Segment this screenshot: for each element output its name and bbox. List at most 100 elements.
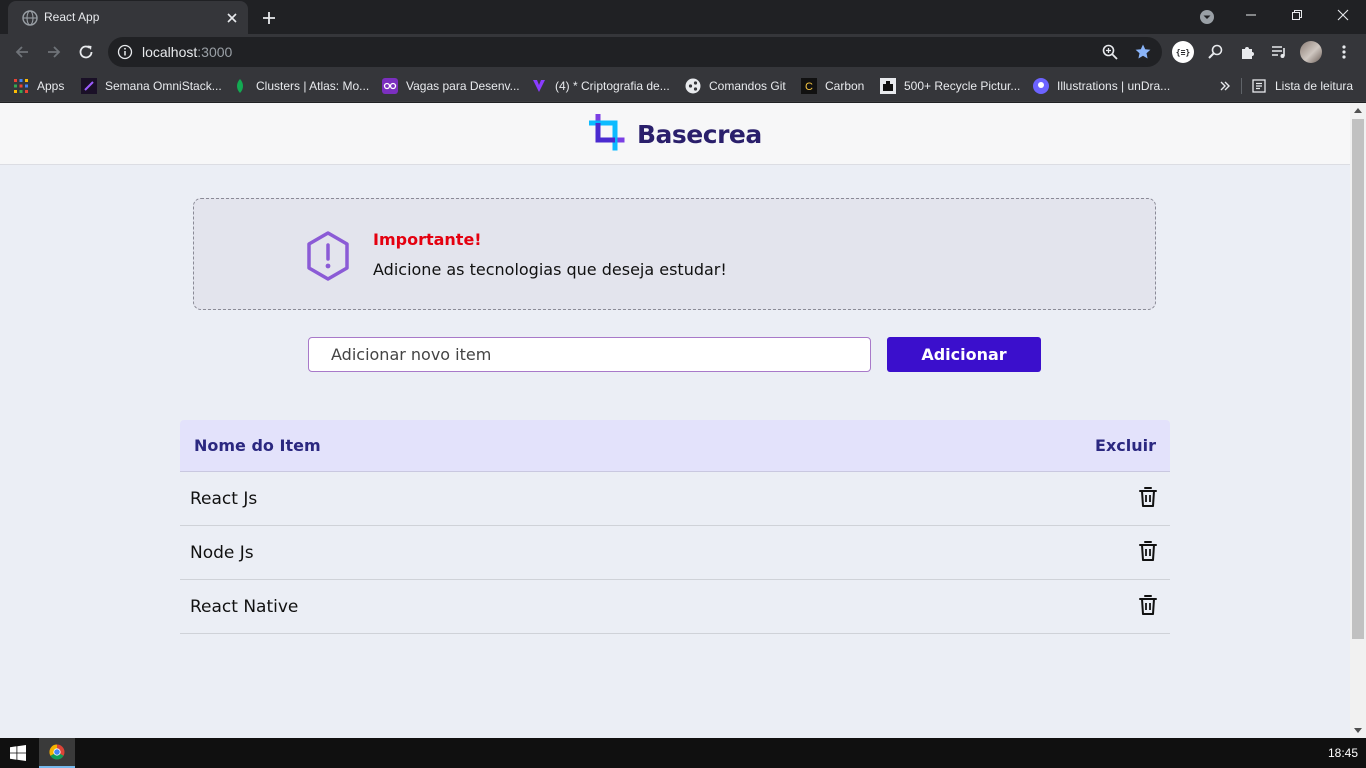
scroll-thumb[interactable]	[1352, 119, 1364, 639]
git-icon	[685, 78, 701, 94]
taskbar-chrome[interactable]	[39, 738, 75, 768]
puzzle-icon	[1242, 47, 1254, 59]
url-host: localhost	[142, 44, 198, 60]
add-button[interactable]: Adicionar	[887, 337, 1041, 372]
bookmark-vagas[interactable]: Vagas para Desenv...	[382, 76, 520, 96]
table-row: Node Js	[180, 526, 1170, 580]
bookmark-label: Comandos Git	[709, 79, 786, 93]
tab-title: React App	[44, 10, 100, 24]
column-header-name: Nome do Item	[194, 436, 321, 455]
bookmark-label: Semana OmniStack...	[105, 79, 222, 93]
info-icon[interactable]	[117, 44, 133, 60]
bookmark-apps[interactable]: Apps	[13, 76, 64, 96]
rocketseat-icon	[81, 78, 97, 94]
bookmarks-divider	[1241, 78, 1242, 94]
page-header: Basecrea	[0, 103, 1350, 165]
double-chevron-right-icon	[1220, 81, 1230, 91]
json-extension-icon: {≡}	[1172, 41, 1194, 63]
page-scrollbar[interactable]	[1350, 103, 1366, 738]
bookmark-label: Illustrations | unDra...	[1057, 79, 1171, 93]
trash-icon[interactable]	[1138, 540, 1158, 562]
reload-button[interactable]	[75, 41, 97, 63]
svg-text:C: C	[805, 81, 813, 93]
trash-icon[interactable]	[1138, 486, 1158, 508]
logo[interactable]: Basecrea	[589, 114, 762, 154]
dev-heart-icon	[533, 80, 545, 92]
minimize-button[interactable]	[1228, 0, 1274, 30]
bookmark-label: Clusters | Atlas: Mo...	[256, 79, 370, 93]
carbon-icon: C	[801, 78, 817, 94]
bookmark-undraw[interactable]: Illustrations | unDra...	[1033, 76, 1170, 96]
bookmark-star-icon[interactable]	[1134, 43, 1152, 61]
windows-start-icon[interactable]	[10, 745, 26, 761]
extension-json-button[interactable]: {≡}	[1172, 41, 1194, 63]
reading-list-icon	[1252, 79, 1266, 93]
zoom-icon[interactable]	[1101, 43, 1119, 61]
tab-search-icon[interactable]	[1196, 6, 1218, 28]
tab-react-app[interactable]: React App	[8, 1, 248, 34]
extension-label: {≡}	[1175, 47, 1191, 57]
bookmark-label: Vagas para Desenv...	[406, 79, 520, 93]
reading-list[interactable]: Lista de leitura	[1251, 76, 1353, 96]
profile-button[interactable]	[1300, 41, 1322, 63]
playlist-icon	[1272, 46, 1285, 58]
new-tab-icon[interactable]	[258, 7, 280, 29]
bookmarks-overflow[interactable]	[1219, 76, 1231, 96]
close-window-button[interactable]	[1320, 0, 1366, 30]
address-bar[interactable]: localhost:3000	[108, 37, 1162, 67]
undraw-icon	[1033, 78, 1049, 94]
bookmark-comandos-git[interactable]: Comandos Git	[685, 76, 786, 96]
alert-octagon-icon	[307, 231, 349, 281]
minimize-icon	[1246, 14, 1256, 16]
item-name: Node Js	[190, 543, 254, 563]
restore-button[interactable]	[1274, 0, 1320, 30]
table-row: React Native	[180, 580, 1170, 634]
bookmark-label: Carbon	[825, 79, 865, 93]
reading-list-label: Lista de leitura	[1275, 79, 1354, 93]
table-row: React Js	[180, 472, 1170, 526]
globe-icon	[22, 10, 38, 26]
column-header-delete: Excluir	[1095, 436, 1156, 455]
scroll-down-arrow-icon[interactable]	[1354, 728, 1362, 733]
extension-search-button[interactable]	[1205, 41, 1227, 63]
bookmark-label: Apps	[37, 79, 65, 93]
trash-icon[interactable]	[1138, 594, 1158, 616]
recycle-site-icon	[880, 78, 896, 94]
item-name: React Native	[190, 597, 299, 617]
avatar	[1300, 41, 1322, 63]
menu-button[interactable]	[1333, 41, 1355, 63]
bookmark-label: 500+ Recycle Pictur...	[904, 79, 1021, 93]
bookmark-carbon[interactable]: C Carbon	[801, 76, 864, 96]
bookmark-criptografia[interactable]: (4) * Criptografia de...	[531, 76, 670, 96]
clock: 18:45	[1327, 746, 1358, 760]
bookmark-omnistack[interactable]: Semana OmniStack...	[81, 76, 222, 96]
logo-text: Basecrea	[637, 119, 762, 149]
table-header: Nome do Item Excluir	[180, 420, 1170, 472]
crop-logo-icon	[589, 114, 625, 151]
scroll-up-arrow-icon[interactable]	[1354, 108, 1362, 113]
arrow-right-icon	[48, 46, 61, 58]
items-table: Nome do Item Excluir React Js Node Js Re…	[180, 420, 1170, 634]
close-window-icon	[1337, 9, 1349, 21]
media-button[interactable]	[1268, 41, 1290, 63]
extensions-button[interactable]	[1237, 41, 1259, 63]
bookmark-atlas[interactable]: Clusters | Atlas: Mo...	[232, 76, 369, 96]
new-item-input[interactable]	[308, 337, 871, 372]
forward-button[interactable]	[43, 41, 65, 63]
back-button[interactable]	[11, 41, 33, 63]
notice-title: Importante!	[373, 230, 482, 249]
restore-icon	[1292, 10, 1302, 20]
tab-strip: React App	[0, 0, 1366, 34]
item-name: React Js	[190, 489, 258, 509]
url-text: localhost:3000	[142, 44, 232, 60]
page-viewport: Basecrea Importante! Adicione as tecnolo…	[0, 103, 1350, 738]
notice-box: Importante! Adicione as tecnologias que …	[193, 198, 1156, 310]
arrow-left-icon	[15, 46, 28, 58]
notice-text: Adicione as tecnologias que deseja estud…	[373, 260, 727, 279]
url-port: :3000	[197, 44, 233, 60]
mongodb-leaf-icon	[237, 79, 243, 93]
close-tab-icon[interactable]	[224, 10, 240, 26]
bookmark-recycle[interactable]: 500+ Recycle Pictur...	[880, 76, 1020, 96]
bookmarks-bar: Apps Semana OmniStack... Clusters | Atla…	[0, 70, 1366, 102]
apps-grid-icon	[14, 79, 28, 93]
